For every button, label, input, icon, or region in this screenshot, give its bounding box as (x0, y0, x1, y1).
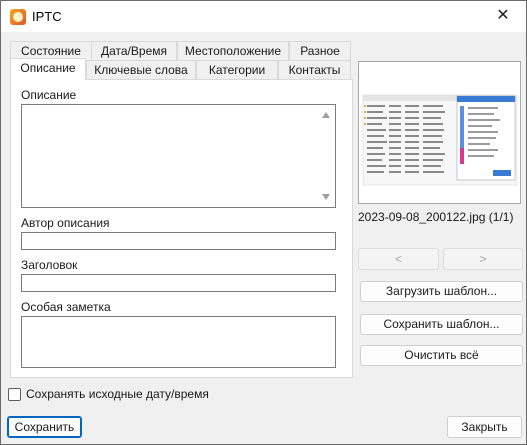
scroll-up-icon[interactable] (322, 112, 330, 118)
close-icon[interactable]: ✕ (480, 1, 526, 32)
prev-image-button[interactable]: < (358, 248, 439, 270)
next-image-button[interactable]: > (443, 248, 523, 270)
scroll-down-icon[interactable] (322, 194, 330, 200)
tab-categories[interactable]: Категории (196, 60, 278, 80)
window-title: IPTC (32, 9, 62, 24)
tab-keywords[interactable]: Ключевые слова (86, 60, 196, 80)
description-panel: Описание Автор описания Заголовок Особая… (10, 79, 353, 378)
headline-label: Заголовок (21, 258, 78, 272)
photo-app-icon (10, 9, 26, 25)
tab-description[interactable]: Описание (10, 58, 86, 80)
close-button[interactable]: Закрыть (447, 416, 522, 438)
iptc-dialog: IPTC ✕ Состояние Дата/Время Местоположен… (0, 0, 527, 445)
tab-date-time[interactable]: Дата/Время (91, 41, 177, 61)
keep-dates-label[interactable]: Сохранять исходные дату/время (26, 387, 209, 401)
tab-misc[interactable]: Разное (289, 41, 351, 61)
tab-location[interactable]: Местоположение (177, 41, 289, 61)
headline-field[interactable] (21, 274, 336, 292)
author-field[interactable] (21, 232, 336, 250)
clear-all-button[interactable]: Очистить всё (360, 345, 523, 366)
save-button[interactable]: Сохранить (7, 416, 82, 438)
load-template-button[interactable]: Загрузить шаблон... (360, 281, 523, 302)
description-label: Описание (21, 88, 77, 102)
author-label: Автор описания (21, 216, 110, 230)
file-name: 2023-09-08_200122.jpg (1/1) (358, 210, 514, 224)
save-template-button[interactable]: Сохранить шаблон... (360, 314, 523, 335)
title-bar: IPTC ✕ (1, 1, 526, 32)
keep-dates-checkbox[interactable] (8, 388, 21, 401)
tab-contacts[interactable]: Контакты (278, 60, 351, 80)
description-textarea[interactable] (21, 104, 336, 208)
screenshot-thumbnail (359, 62, 520, 203)
special-note-textarea[interactable] (21, 316, 336, 368)
image-preview (358, 61, 521, 204)
special-note-label: Особая заметка (21, 300, 111, 314)
